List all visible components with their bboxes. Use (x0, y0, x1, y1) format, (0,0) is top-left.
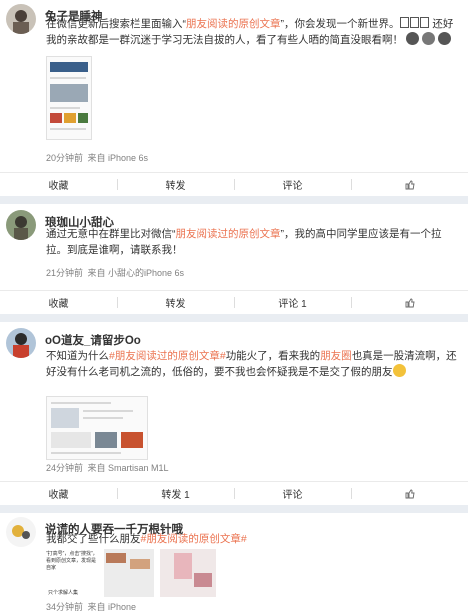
post-meta: 24分钟前 来自 Smartisan M1L (46, 463, 169, 473)
avatar[interactable] (6, 328, 36, 358)
post-card: 琅珈山小甜心 通过无意中在群里比对微信“朋友阅读过的原创文章”，我的高中同学里应… (0, 204, 468, 314)
highlight-link[interactable]: 朋友阅读的原创文章 (186, 18, 281, 30)
username[interactable]: oO道友_请留步Oo (45, 332, 141, 348)
thumbs-up-icon (405, 298, 415, 307)
favorite-button[interactable]: 收藏 (0, 291, 117, 314)
avatar[interactable] (6, 4, 36, 34)
favorite-button[interactable]: 收藏 (0, 482, 117, 505)
avatar[interactable] (6, 210, 36, 240)
repost-button[interactable]: 转发 (117, 291, 234, 314)
favorite-button[interactable]: 收藏 (0, 173, 117, 196)
post-card: 兔子是睡神 在微信更新后搜索栏里面输入“朋友阅读的原创文章”，你会发现一个新世界… (0, 0, 468, 196)
comment-button[interactable]: 评论 (234, 173, 351, 196)
comment-button[interactable]: 评论 1 (234, 291, 351, 314)
thumbs-up-icon (405, 180, 415, 189)
avatar[interactable] (6, 517, 36, 547)
highlight-link[interactable]: 朋友圈 (320, 350, 352, 362)
thumbs-up-icon (405, 489, 415, 498)
post-meta: 20分钟前 来自 iPhone 6s (46, 153, 149, 163)
post-card: oO道友_请留步Oo 不知道为什么#朋友阅读过的原创文章#功能火了，看来我的朋友… (0, 322, 468, 505)
post-text: 通过无意中在群里比对微信“朋友阅读过的原创文章”，我的高中同学里应该是有一个拉拉… (46, 228, 442, 256)
like-button[interactable] (351, 482, 468, 505)
post-image[interactable] (46, 396, 148, 460)
emoji-icon (405, 32, 451, 46)
like-button[interactable] (351, 173, 468, 196)
post-meta: 34分钟前 来自 iPhone (46, 602, 137, 612)
post-text: 我都交了些什么朋友#朋友阅读的原创文章# (46, 533, 247, 545)
action-bar: 收藏 转发 1 评论 (0, 481, 468, 505)
action-bar: 收藏 转发 评论 (0, 172, 468, 196)
highlight-link[interactable]: 朋友阅读过的原创文章 (176, 228, 281, 240)
action-bar: 收藏 转发 评论 1 (0, 290, 468, 314)
topic-link[interactable]: #朋友阅读过的原创文章# (109, 350, 226, 362)
missing-glyph-icon (399, 17, 430, 30)
topic-link[interactable]: #朋友阅读的原创文章# (141, 533, 247, 545)
comment-button[interactable]: 评论 (234, 482, 351, 505)
post-text: 在微信更新后搜索栏里面输入“朋友阅读的原创文章”，你会发现一个新世界。 还好我的… (46, 17, 454, 46)
image-caption: 只个求解人集 (48, 590, 79, 596)
repost-button[interactable]: 转发 (117, 173, 234, 196)
post-text: 不知道为什么#朋友阅读过的原创文章#功能火了，看来我的朋友圈也真是一股清流啊，还… (46, 350, 457, 378)
post-card: 说谎的人要吞一千万根针哦 我都交了些什么朋友#朋友阅读的原创文章# “打高号”，… (0, 513, 468, 613)
post-meta: 21分钟前 来自 小甜心的iPhone 6s (46, 268, 185, 278)
laughing-emoji-icon (392, 364, 406, 377)
like-button[interactable] (351, 291, 468, 314)
repost-button[interactable]: 转发 1 (117, 482, 234, 505)
post-image[interactable] (46, 56, 92, 140)
